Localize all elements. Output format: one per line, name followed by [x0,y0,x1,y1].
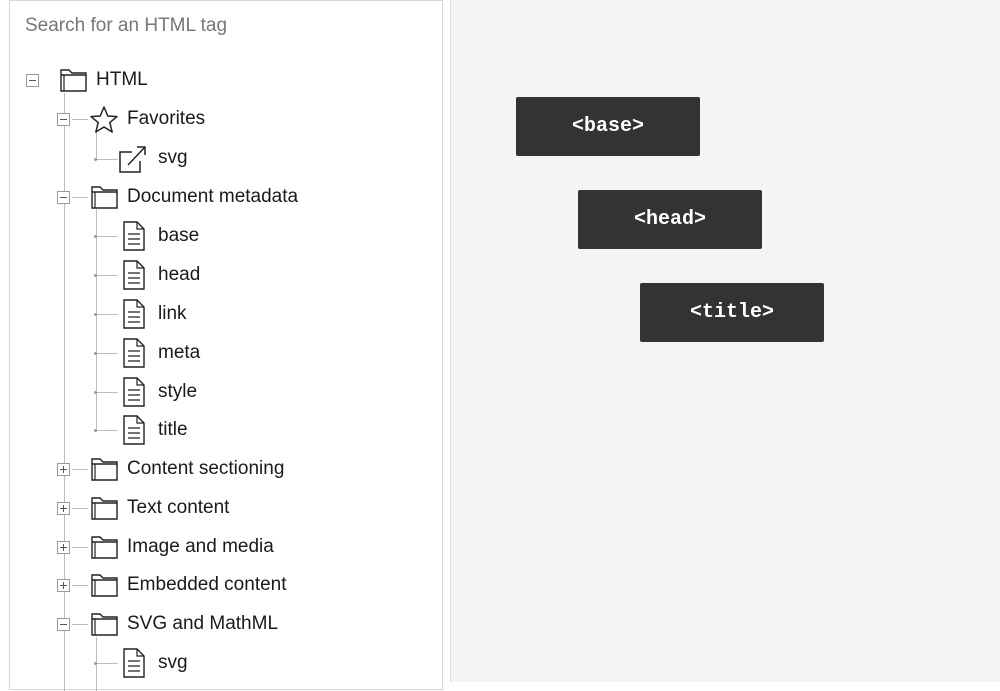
expand-toggle[interactable] [57,502,70,515]
document-icon [123,338,145,368]
tree-line [96,314,118,315]
tree-line [72,197,88,198]
folder-icon [91,613,118,636]
tree-dot [94,235,97,238]
tree-line [96,131,97,159]
folder-icon [91,574,118,597]
tree-group-label[interactable]: Content sectioning [127,457,284,481]
collapse-toggle[interactable] [57,113,70,126]
tree-line [72,508,88,509]
expand-toggle[interactable] [57,579,70,592]
drop-canvas[interactable]: <base> <head> <title> [450,0,1000,682]
tag-tree: HTML Favorites svg Document metadata bas [10,1,442,691]
folder-icon [60,69,87,92]
tag-block-title[interactable]: <title> [640,283,824,342]
folder-icon [91,497,118,520]
folder-icon [91,186,118,209]
tree-item-label[interactable]: svg [158,651,188,675]
tree-dot [94,158,97,161]
tree-dot [94,352,97,355]
tree-item-label[interactable]: style [158,380,197,404]
document-icon [123,377,145,407]
tree-line [96,430,118,431]
tree-line [72,469,88,470]
collapse-toggle[interactable] [57,618,70,631]
tree-group-label[interactable]: Image and media [127,535,274,559]
tree-line [72,585,88,586]
tree-dot [94,429,97,432]
tree-group-label[interactable]: SVG and MathML [127,612,278,636]
folder-icon [91,536,118,559]
document-icon [123,260,145,290]
tree-item-label[interactable]: meta [158,341,200,365]
expand-toggle[interactable] [57,463,70,476]
tree-group-label[interactable]: Embedded content [127,573,287,597]
tree-item-label[interactable]: base [158,224,199,248]
star-icon [90,106,118,133]
share-icon [119,146,146,173]
tree-line [96,663,118,664]
tree-item-label[interactable]: svg [158,146,188,170]
tree-dot [94,313,97,316]
tree-line [72,547,88,548]
tree-item-label[interactable]: head [158,263,200,287]
tree-line [64,93,65,691]
collapse-toggle[interactable] [57,191,70,204]
tree-item-label[interactable]: link [158,302,187,326]
tree-group-label[interactable]: Text content [127,496,229,520]
tree-line [96,275,118,276]
tag-block-base[interactable]: <base> [516,97,700,156]
tree-item-label[interactable]: title [158,418,188,442]
tree-line [96,159,118,160]
collapse-toggle[interactable] [26,74,39,87]
tree-line [96,236,118,237]
tree-group-label[interactable]: Favorites [127,107,205,131]
tree-line [72,119,88,120]
tag-block-head[interactable]: <head> [578,190,762,249]
tree-line [96,209,97,431]
expand-toggle[interactable] [57,541,70,554]
document-icon [123,299,145,329]
tree-line [96,392,118,393]
folder-icon [91,458,118,481]
document-icon [123,415,145,445]
tree-group-label[interactable]: Document metadata [127,185,298,209]
tag-tree-panel: HTML Favorites svg Document metadata bas [9,0,443,691]
document-icon [123,648,145,678]
tree-dot [94,274,97,277]
tree-dot [94,662,97,665]
tree-root-label[interactable]: HTML [96,68,148,92]
document-icon [123,221,145,251]
tree-dot [94,391,97,394]
tree-line [96,353,118,354]
tree-line [72,624,88,625]
